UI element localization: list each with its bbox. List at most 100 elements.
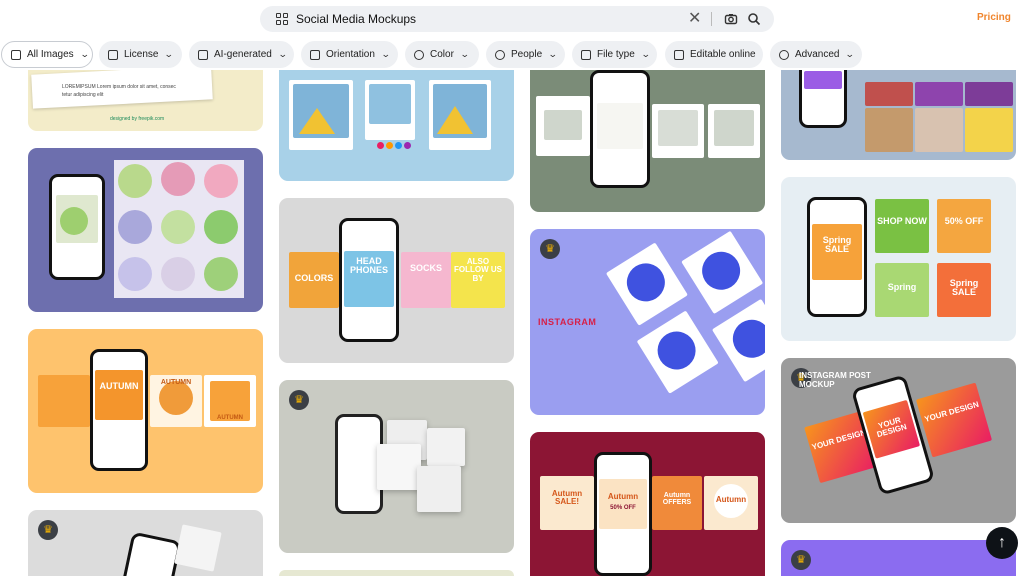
filter-label: File type (597, 49, 635, 60)
top-bar: ✕ Pricing (0, 0, 1024, 40)
post-image (429, 80, 491, 150)
image-card[interactable]: Spring SALE SHOP NOW 50% OFF Spring Spri… (781, 177, 1016, 341)
search-bar[interactable]: ✕ (260, 6, 774, 32)
post-image: 50% OFF (937, 199, 991, 253)
filter-label: Editable online (690, 49, 756, 60)
post-image (708, 104, 760, 158)
image-card[interactable]: ♛ INSTAGRAM (530, 229, 765, 415)
filter-license[interactable]: License ⌄ (99, 41, 182, 68)
post-image (427, 428, 465, 466)
filter-advanced[interactable]: Advanced ⌄ (770, 41, 862, 68)
post-image: SOCKS (401, 252, 451, 308)
post-image (965, 82, 1013, 106)
image-card[interactable]: ♛ (781, 540, 1016, 576)
scroll-to-top-button[interactable]: ↑ (986, 527, 1018, 559)
post-image (652, 104, 704, 158)
post-text: SHOP NOW (877, 216, 927, 226)
image-card[interactable]: ♛ (279, 380, 514, 553)
card-text: LOREMIPSUM Lorem ipsum dolor sit amet, c… (62, 84, 176, 90)
image-card[interactable]: Autumn SALE! Autumn 50% OFF Autumn OFFER… (530, 432, 765, 576)
search-divider (711, 12, 712, 26)
grid-icon (11, 49, 21, 60)
post-text: HEAD PHONES (349, 256, 388, 276)
image-card[interactable] (530, 70, 765, 212)
people-icon (495, 49, 505, 60)
phone-mockup: AUTUMN (90, 349, 148, 471)
image-card[interactable] (279, 70, 514, 181)
crown-icon: ♛ (294, 393, 304, 406)
file-icon (581, 49, 591, 60)
chevron-down-icon: ⌄ (164, 49, 175, 59)
credit-text: designed by freepik.com (110, 116, 165, 122)
filter-all-images[interactable]: All Images ⌄ (1, 41, 93, 68)
post-image (915, 82, 963, 106)
document-icon (108, 49, 118, 60)
post-text: 50% OFF (944, 216, 984, 226)
image-card[interactable]: AUTUMN AUTUMN AUTUMN (28, 329, 263, 493)
post-image: SHOP NOW (875, 199, 929, 253)
post-text: 50% OFF (610, 505, 636, 511)
pricing-link[interactable]: Pricing (977, 12, 1011, 23)
chevron-down-icon: ⌄ (277, 49, 288, 59)
chevron-down-icon: ⌄ (79, 49, 90, 59)
post-image: COLORS (289, 252, 339, 308)
post-text: YOUR DESIGN (923, 399, 980, 424)
post-text: Autumn OFFERS (662, 492, 692, 507)
phone-mockup: YOUR DESIGN (850, 374, 936, 496)
grid-icon (276, 13, 288, 25)
chevron-down-icon: ⌄ (459, 49, 470, 59)
phone-mockup: HEAD PHONES (339, 218, 399, 342)
image-card[interactable]: LOREMIPSUM Lorem ipsum dolor sit amet, c… (28, 70, 263, 131)
post-image (417, 466, 461, 512)
camera-icon[interactable] (724, 12, 738, 26)
filter-editable-online[interactable]: Editable online (665, 41, 763, 68)
post-image (865, 82, 913, 106)
post-text: SOCKS (409, 263, 442, 273)
post-text: Spring SALE (822, 235, 852, 255)
search-icon[interactable] (747, 12, 761, 26)
post-image (965, 108, 1013, 152)
chevron-down-icon: ⌄ (845, 49, 856, 59)
close-icon[interactable]: ✕ (688, 6, 701, 32)
post-text: COLORS (294, 273, 334, 283)
post-text: Autumn (607, 492, 639, 501)
post-text: Autumn SALE! (551, 489, 583, 507)
image-card[interactable]: COLORS HEAD PHONES SOCKS ALSO FOLLOW US … (279, 198, 514, 363)
image-card[interactable]: ♛ (28, 510, 263, 576)
crown-icon: ♛ (43, 523, 53, 536)
phone-mockup (335, 414, 383, 514)
image-card[interactable] (28, 148, 263, 312)
post-image (174, 524, 222, 572)
card-text: tetur adipiscing elit (62, 92, 104, 98)
chevron-down-icon: ⌄ (548, 49, 558, 59)
filter-ai-generated[interactable]: AI-generated ⌄ (189, 41, 294, 68)
crown-icon: ♛ (545, 242, 555, 255)
filter-label: People (511, 49, 543, 60)
phone-mockup-group (567, 229, 765, 415)
image-card[interactable]: ♛ INSTAGRAM POST MOCKUP YOUR DESIGN YOUR… (781, 358, 1016, 523)
orientation-icon (310, 49, 320, 60)
post-image (536, 96, 590, 156)
post-image: AUTUMN (204, 375, 256, 427)
filter-label: Color (430, 49, 454, 60)
premium-badge: ♛ (289, 390, 309, 410)
arrow-up-icon: ↑ (998, 534, 1006, 551)
filter-color[interactable]: Color ⌄ (405, 41, 479, 68)
post-image (365, 80, 415, 140)
filter-people[interactable]: People ⌄ (486, 41, 565, 68)
post-image: YOUR DESIGN (915, 382, 993, 458)
chevron-down-icon: ⌄ (380, 49, 391, 59)
post-image: AUTUMN (150, 375, 202, 427)
phone-mockup (49, 174, 105, 280)
image-card[interactable] (781, 70, 1016, 160)
filter-file-type[interactable]: File type ⌄ (572, 41, 657, 68)
phone-mockup (590, 70, 650, 188)
phone-mockup: Autumn 50% OFF (594, 452, 652, 576)
post-text: Autumn (715, 495, 747, 504)
premium-badge: ♛ (38, 520, 58, 540)
filter-orientation[interactable]: Orientation ⌄ (301, 41, 398, 68)
edit-icon (674, 49, 684, 60)
search-input[interactable] (296, 9, 636, 29)
image-card[interactable] (279, 570, 514, 576)
premium-badge: ♛ (791, 550, 811, 570)
